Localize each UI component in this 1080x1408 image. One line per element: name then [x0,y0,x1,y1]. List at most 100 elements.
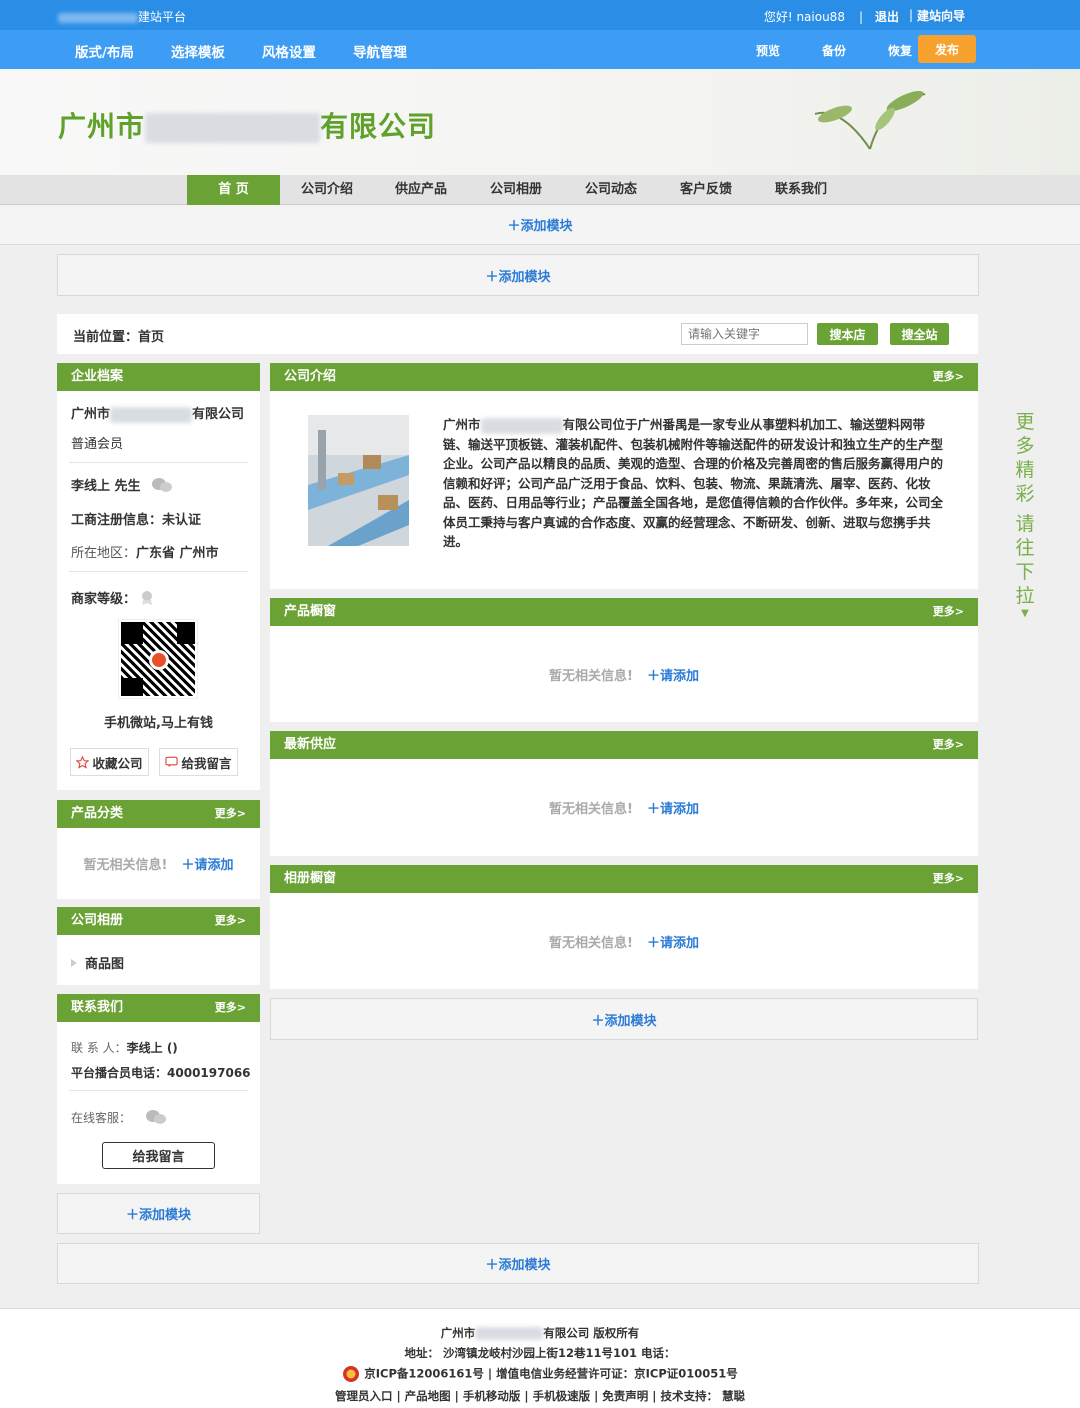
add-link[interactable]: ＋请添加 [181,854,233,873]
add-link[interactable]: ＋请添加 [647,932,699,951]
panel-title: 产品橱窗 [284,604,337,619]
favorite-company-button[interactable]: 收藏公司 [70,748,149,776]
style-menu[interactable]: 风格设置 [262,41,316,61]
qr-code [118,619,198,699]
greeting-text: 您好! naiou88 [763,10,845,24]
blurred-name [145,113,321,143]
more-link[interactable]: 更多> [215,907,246,935]
down-arrow-icon: ▼ [1021,608,1029,619]
company-intro-panel: 公司介绍 更多> 广州市 有限公司位于广州番禺是一家专业从事塑料机加工、输送塑料网带… [270,363,978,589]
add-module-button[interactable]: ＋添加模块 [507,215,572,234]
contact-person: 李线上 先生 [57,475,173,494]
online-service-row: 在线客服： [71,1108,167,1126]
add-module-button[interactable]: ＋添加模块 [591,1010,656,1029]
latest-supply-panel: 最新供应 更多> 暂无相关信息! ＋请添加 [270,731,978,856]
breadcrumb-current[interactable]: 首页 [138,330,164,345]
nav-feedback[interactable]: 客户反馈 [680,175,732,205]
police-badge-icon [343,1366,360,1382]
panel-title: 最新供应 [284,737,337,752]
platform-phone-row: 平台播合员电话：4000197066 [71,1066,251,1080]
nav-about[interactable]: 公司介绍 [301,175,353,205]
more-link[interactable]: 更多> [215,994,246,1022]
search-shop-button[interactable]: 搜本店 [817,323,878,345]
wechat-icon[interactable] [145,1108,167,1126]
restore-button[interactable]: 恢复 [888,42,912,59]
area-info: 所在地区：广东省 广州市 [71,546,219,561]
add-module-box: ＋添加模块 [57,1193,260,1234]
search-input[interactable] [681,323,808,345]
scroll-hint: 更多精彩 请往下拉 ▼ [1013,410,1037,620]
company-photo [308,415,409,546]
site-nav: 首 页 公司介绍 供应产品 公司相册 公司动态 客户反馈 联系我们 [0,175,1080,205]
nav-news[interactable]: 公司动态 [585,175,637,205]
profile-company-name: 广州市 有限公司 [71,406,245,423]
add-link[interactable]: ＋请添加 [647,665,699,684]
divider: | [908,8,913,22]
product-showcase-panel: 产品橱窗 更多> 暂无相关信息! ＋请添加 [270,598,978,722]
add-module-button[interactable]: ＋添加模块 [485,266,550,285]
footer-icp: 京ICP备12006161号 | 增值电信业务经营许可证：京ICP证010051… [0,1365,1080,1383]
banner: 广州市 有限公司 [0,69,1080,175]
panel-title: 公司介绍 [284,369,337,384]
empty-state: 暂无相关信息! ＋请添加 [270,626,978,722]
panel-title: 企业档案 [57,363,260,391]
album-item[interactable]: 商品图 [71,953,124,972]
product-category-panel: 产品分类 更多> 暂无相关信息! ＋请添加 [57,800,260,899]
wechat-icon[interactable] [151,477,173,493]
registration-info: 工商注册信息：未认证 [71,513,202,528]
plant-decoration [814,90,926,150]
add-module-box: ＋添加模块 [270,998,978,1040]
logout-link[interactable]: 退出 [875,8,899,25]
more-link[interactable]: 更多> [933,865,964,893]
add-link[interactable]: ＋请添加 [647,798,699,817]
add-module-button[interactable]: ＋添加模块 [485,1254,550,1273]
level-badge-icon [142,590,153,605]
leave-message-button[interactable]: 给我留言 [102,1142,215,1169]
top-bar: 建站平台 您好! naiou88 | 退出 | 建站向导 [0,0,1080,30]
nav-album[interactable]: 公司相册 [490,175,542,205]
footer-links[interactable]: 管理员入口 | 产品地图 | 手机移动版 | 手机极速版 | 免责声明 | 技术… [0,1388,1080,1404]
more-link[interactable]: 更多> [215,800,246,828]
more-link[interactable]: 更多> [933,598,964,626]
nav-products[interactable]: 供应产品 [395,175,447,205]
add-module-button[interactable]: ＋添加模块 [126,1204,191,1223]
intro-text: 广州市 有限公司位于广州番禺是一家专业从事塑料机加工、输送塑料网带链、输送平顶板链… [443,417,944,549]
footer-address: 地址： 沙湾镇龙岐村沙园上街12巷11号101 电话： [404,1346,676,1360]
company-title: 广州市 有限公司 [58,105,436,145]
contact-person-row: 联 系 人：李线上 () [71,1041,178,1055]
leave-message-button[interactable]: 给我留言 [159,748,238,776]
panel-title: 联系我们 [71,1000,124,1015]
platform-brand: 建站平台 [58,8,186,25]
contact-panel: 联系我们 更多> 联 系 人：李线上 () 平台播合员电话：4000197066 … [57,994,260,1184]
footer-copyright: 广州市 有限公司 版权所有 [440,1326,640,1340]
message-icon [165,756,179,768]
nav-manage-menu[interactable]: 导航管理 [353,41,407,61]
merchant-level: 商家等级： [57,588,154,607]
nav-home[interactable]: 首 页 [187,175,280,205]
breadcrumb: 当前位置：首页 搜本店 搜全站 [57,314,978,354]
nav-contact[interactable]: 联系我们 [775,175,827,205]
search-all-button[interactable]: 搜全站 [890,323,949,345]
add-module-box: ＋添加模块 [57,1243,979,1284]
qr-caption: 手机微站,马上有钱 [104,716,213,731]
publish-button[interactable]: 发布 [918,35,976,63]
more-link[interactable]: 更多> [933,363,964,391]
breadcrumb-label: 当前位置： [73,330,139,345]
company-album-panel: 公司相册 更多> 商品图 [57,907,260,985]
layout-menu[interactable]: 版式/布局 [75,41,134,61]
more-link[interactable]: 更多> [933,731,964,759]
panel-title: 公司相册 [71,913,124,928]
preview-button[interactable]: 预览 [756,42,780,59]
album-showcase-panel: 相册橱窗 更多> 暂无相关信息! ＋请添加 [270,865,978,989]
empty-state: 暂无相关信息! ＋请添加 [270,759,978,856]
empty-state: 暂无相关信息! ＋请添加 [270,893,978,989]
panel-title: 产品分类 [71,806,124,821]
template-menu[interactable]: 选择模板 [171,41,225,61]
backup-button[interactable]: 备份 [822,42,846,59]
empty-state: 暂无相关信息! ＋请添加 [57,828,260,899]
title-suffix: 有限公司 [320,110,437,143]
footer: 广州市 有限公司 版权所有 地址： 沙湾镇龙岐村沙园上街12巷11号101 电话：… [0,1308,1080,1408]
site-guide-link[interactable]: 建站向导 [917,7,965,24]
company-profile-panel: 企业档案 广州市 有限公司 普通会员 李线上 先生 工商注册信息：未认证 所在地区… [57,363,260,790]
star-icon [76,755,90,769]
